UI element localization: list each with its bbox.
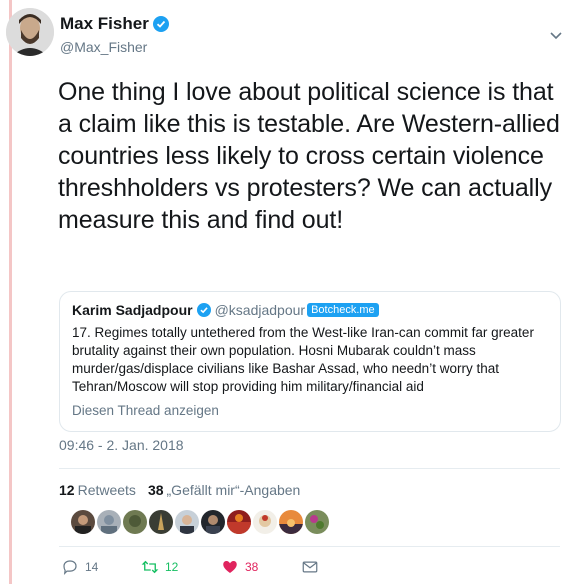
tweet-text: One thing I love about political science… xyxy=(58,78,560,234)
liker-avatar[interactable] xyxy=(175,510,199,534)
verified-badge-icon xyxy=(196,303,211,317)
liker-avatar[interactable] xyxy=(71,510,95,534)
liker-avatar[interactable] xyxy=(201,510,225,534)
retweets-stat-label: Retweets xyxy=(77,482,136,498)
reply-count: 14 xyxy=(85,560,99,574)
like-button[interactable]: 38 xyxy=(221,558,258,576)
divider xyxy=(59,468,560,469)
tweet-header: Max Fisher @Max_Fisher xyxy=(6,8,571,64)
retweet-count: 12 xyxy=(165,560,179,574)
retweet-icon xyxy=(141,560,159,574)
liker-avatar[interactable] xyxy=(305,510,329,534)
chevron-down-icon[interactable] xyxy=(549,28,563,42)
tweet-timestamp[interactable]: 09:46 - 2. Jan. 2018 xyxy=(59,437,184,453)
direct-message-button[interactable] xyxy=(301,558,319,576)
liker-avatar[interactable] xyxy=(123,510,147,534)
show-thread-link[interactable]: Diesen Thread anzeigen xyxy=(72,403,548,418)
retweets-stat[interactable]: 12 Retweets xyxy=(59,482,136,498)
quoted-author-name: Karim Sadjadpour xyxy=(72,302,193,318)
author-handle[interactable]: @Max_Fisher xyxy=(60,39,147,55)
quoted-tweet[interactable]: Karim Sadjadpour @ksadjadpour Botcheck.m… xyxy=(59,291,561,432)
heart-icon xyxy=(223,561,237,573)
likes-stat[interactable]: 38 „Gefällt mir“-Angaben xyxy=(148,482,300,498)
quoted-header: Karim Sadjadpour @ksadjadpour Botcheck.m… xyxy=(72,302,548,318)
liker-avatar[interactable] xyxy=(279,510,303,534)
liker-avatar[interactable] xyxy=(149,510,173,534)
verified-badge-icon xyxy=(152,16,169,32)
likes-stat-label: „Gefällt mir“-Angaben xyxy=(166,482,301,498)
liker-avatar[interactable] xyxy=(227,510,251,534)
reply-button[interactable]: 14 xyxy=(61,558,98,576)
liker-avatar[interactable] xyxy=(253,510,277,534)
liker-avatar[interactable] xyxy=(97,510,121,534)
author-avatar[interactable] xyxy=(6,8,54,56)
like-count: 38 xyxy=(245,560,259,574)
divider xyxy=(59,546,560,547)
quoted-text: 17. Regimes totally untethered from the … xyxy=(72,325,534,394)
envelope-icon xyxy=(302,561,318,573)
liker-avatars xyxy=(71,510,329,534)
quoted-author-handle: @ksadjadpour xyxy=(214,302,306,318)
botcheck-badge[interactable]: Botcheck.me xyxy=(307,303,379,317)
tweet-actions: 14 12 38 xyxy=(59,558,559,580)
thread-line xyxy=(9,0,12,584)
retweet-button[interactable]: 12 xyxy=(141,558,178,576)
engagement-stats: 12 Retweets 38 „Gefällt mir“-Angaben xyxy=(59,482,300,498)
author-name[interactable]: Max Fisher xyxy=(60,14,149,34)
retweets-stat-count: 12 xyxy=(59,482,75,498)
reply-icon xyxy=(63,560,77,576)
likes-stat-count: 38 xyxy=(147,482,164,498)
